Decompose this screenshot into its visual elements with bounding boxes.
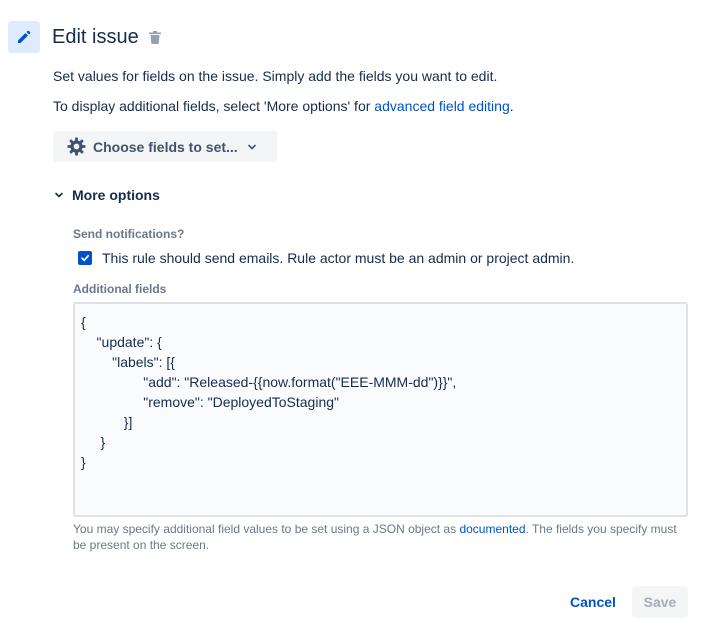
save-button[interactable]: Save: [632, 586, 688, 618]
additional-fields-help: You may specify additional field values …: [73, 521, 693, 553]
pencil-icon: [8, 21, 40, 53]
help-prefix: You may specify additional field values …: [73, 522, 460, 536]
choose-fields-label: Choose fields to set...: [93, 138, 238, 155]
additional-fields-label: Additional fields: [73, 282, 167, 296]
chevron-down-icon: [247, 144, 256, 149]
gear-icon: [67, 137, 86, 156]
send-emails-option[interactable]: This rule should send emails. Rule actor…: [78, 248, 574, 268]
more-options-toggle[interactable]: More options: [53, 185, 160, 205]
edit-issue-panel: Edit issue Set values for fields on the …: [0, 0, 703, 628]
description-advanced-prefix: To display additional fields, select 'Mo…: [53, 98, 375, 114]
choose-fields-button[interactable]: Choose fields to set...: [53, 131, 277, 162]
documented-link[interactable]: documented: [459, 522, 525, 536]
description-text: Set values for fields on the issue. Simp…: [53, 68, 498, 84]
chevron-down-icon: [55, 192, 63, 198]
cancel-button[interactable]: Cancel: [559, 586, 627, 618]
more-options-label: More options: [72, 187, 160, 203]
send-emails-checkbox[interactable]: [78, 251, 92, 265]
send-notifications-label: Send notifications?: [73, 227, 185, 241]
description-advanced-suffix: .: [509, 98, 514, 114]
additional-fields-textarea[interactable]: { "update": { "labels": [{ "add": "Relea…: [73, 302, 688, 517]
send-emails-label: This rule should send emails. Rule actor…: [102, 250, 575, 266]
advanced-field-editing-link[interactable]: advanced field editing: [374, 98, 509, 114]
page-title: Edit issue: [52, 26, 139, 48]
trash-icon[interactable]: [149, 31, 161, 44]
checkmark-icon: [81, 254, 90, 262]
description-advanced: To display additional fields, select 'Mo…: [53, 96, 514, 116]
